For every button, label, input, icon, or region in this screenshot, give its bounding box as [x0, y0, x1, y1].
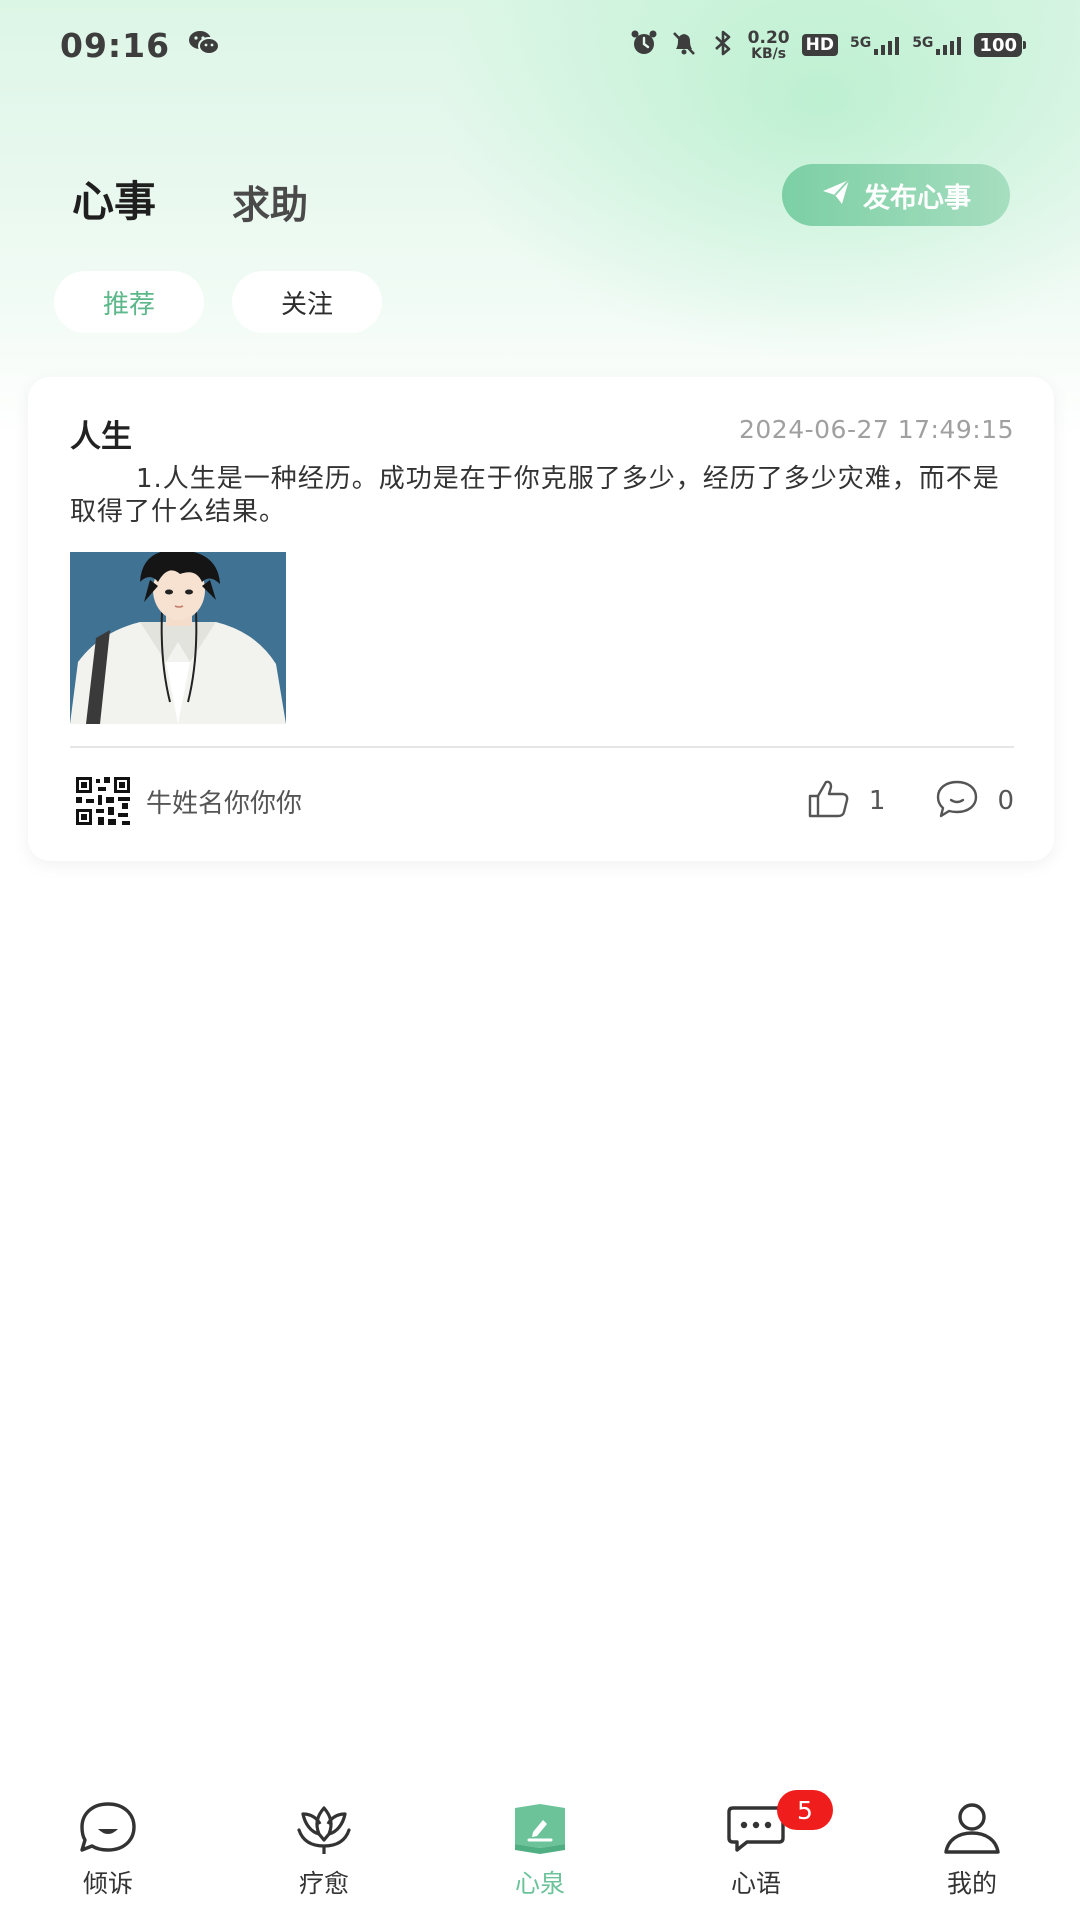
comment-bubble-icon — [935, 779, 979, 823]
signal-bars-icon — [936, 37, 962, 55]
nav-label-liaoyu: 疗愈 — [298, 1869, 349, 1898]
like-button[interactable]: 1 — [807, 779, 886, 823]
publish-button[interactable]: 发布心事 — [782, 164, 1010, 226]
like-count: 1 — [868, 786, 886, 816]
nav-label-wode: 我的 — [946, 1869, 997, 1898]
nav-label-xinquan: 心泉 — [514, 1869, 565, 1898]
nav-label-xinyu: 心语 — [730, 1869, 781, 1898]
signal-1-label: 5G — [849, 35, 872, 51]
top-tabs: 心事 求助 — [70, 168, 308, 229]
face-icon — [77, 1800, 139, 1856]
post-title: 人生 — [70, 419, 132, 455]
signal-2-label: 5G — [912, 35, 934, 51]
comment-button[interactable]: 0 — [935, 779, 1014, 823]
thumbs-up-icon — [807, 779, 851, 823]
post-card[interactable]: 人生 2024-06-27 17:49:15 1.人生是一种经历。成功是在于你克… — [28, 377, 1054, 861]
post-image[interactable] — [70, 552, 286, 724]
hd-badge: HD — [801, 34, 838, 56]
bluetooth-icon — [710, 29, 736, 61]
author-row: 牛姓名你你你 1 0 — [70, 770, 1014, 832]
status-bar: 09:16 0.20 KB/s HD 5G 5G 100 — [0, 0, 1080, 90]
subtab-follow[interactable]: 关注 — [232, 271, 382, 333]
nav-label-qingsu: 倾诉 — [82, 1869, 133, 1898]
tab-qiuzhu[interactable]: 求助 — [232, 174, 308, 229]
post-content: 1.人生是一种经历。成功是在于你克服了多少，经历了多少灾难，而不是取得了什么结果… — [70, 464, 1000, 527]
net-speed-value: 0.20 — [747, 27, 790, 48]
page: 09:16 0.20 KB/s HD 5G 5G 100 心事 求助 发布心事 … — [0, 0, 1080, 1920]
status-time: 09:16 — [60, 25, 171, 65]
subtab-recommend[interactable]: 推荐 — [54, 271, 204, 333]
nav-item-liaoyu[interactable]: 疗愈 — [239, 1790, 409, 1920]
bottom-nav: 倾诉 疗愈 心泉 5 心语 我的 — [0, 1790, 1080, 1920]
status-right: 0.20 KB/s HD 5G 5G 100 — [630, 27, 1026, 62]
nav-item-xinquan[interactable]: 心泉 — [455, 1790, 625, 1920]
book-pen-icon — [509, 1800, 571, 1856]
post-time: 2024-06-27 17:49:15 — [738, 415, 1014, 444]
tab-xinshi-label: 心事 — [72, 177, 157, 226]
send-icon — [821, 178, 851, 213]
signal-strength-2: 5G — [912, 35, 962, 55]
post-actions: 1 0 — [807, 779, 1014, 823]
mute-bell-icon — [670, 29, 698, 61]
wechat-icon — [188, 29, 221, 61]
alarm-icon — [630, 29, 658, 61]
unread-badge: 5 — [777, 1790, 833, 1830]
nav-item-qingsu[interactable]: 倾诉 — [23, 1790, 193, 1920]
subtab-recommend-label: 推荐 — [102, 289, 155, 320]
net-speed-unit: KB/s — [751, 45, 787, 62]
tab-qiuzhu-label: 求助 — [232, 183, 309, 227]
author-avatar[interactable] — [70, 775, 132, 827]
net-speed: 0.20 KB/s — [747, 27, 790, 62]
person-icon — [941, 1800, 1003, 1856]
tab-xinshi[interactable]: 心事 — [70, 168, 157, 229]
nav-item-xinyu[interactable]: 5 心语 — [671, 1790, 841, 1920]
status-left: 09:16 — [60, 25, 221, 65]
sub-tabs: 推荐 关注 — [54, 271, 382, 333]
comment-count: 0 — [997, 786, 1014, 816]
lotus-icon — [293, 1800, 355, 1856]
divider — [70, 746, 1014, 748]
author-name[interactable]: 牛姓名你你你 — [146, 783, 302, 820]
subtab-follow-label: 关注 — [280, 289, 333, 320]
signal-bars-icon — [874, 37, 900, 55]
nav-item-wode[interactable]: 我的 — [887, 1790, 1057, 1920]
battery-indicator: 100 — [974, 33, 1026, 57]
signal-strength-1: 5G — [850, 35, 900, 55]
publish-button-label: 发布心事 — [863, 182, 971, 214]
